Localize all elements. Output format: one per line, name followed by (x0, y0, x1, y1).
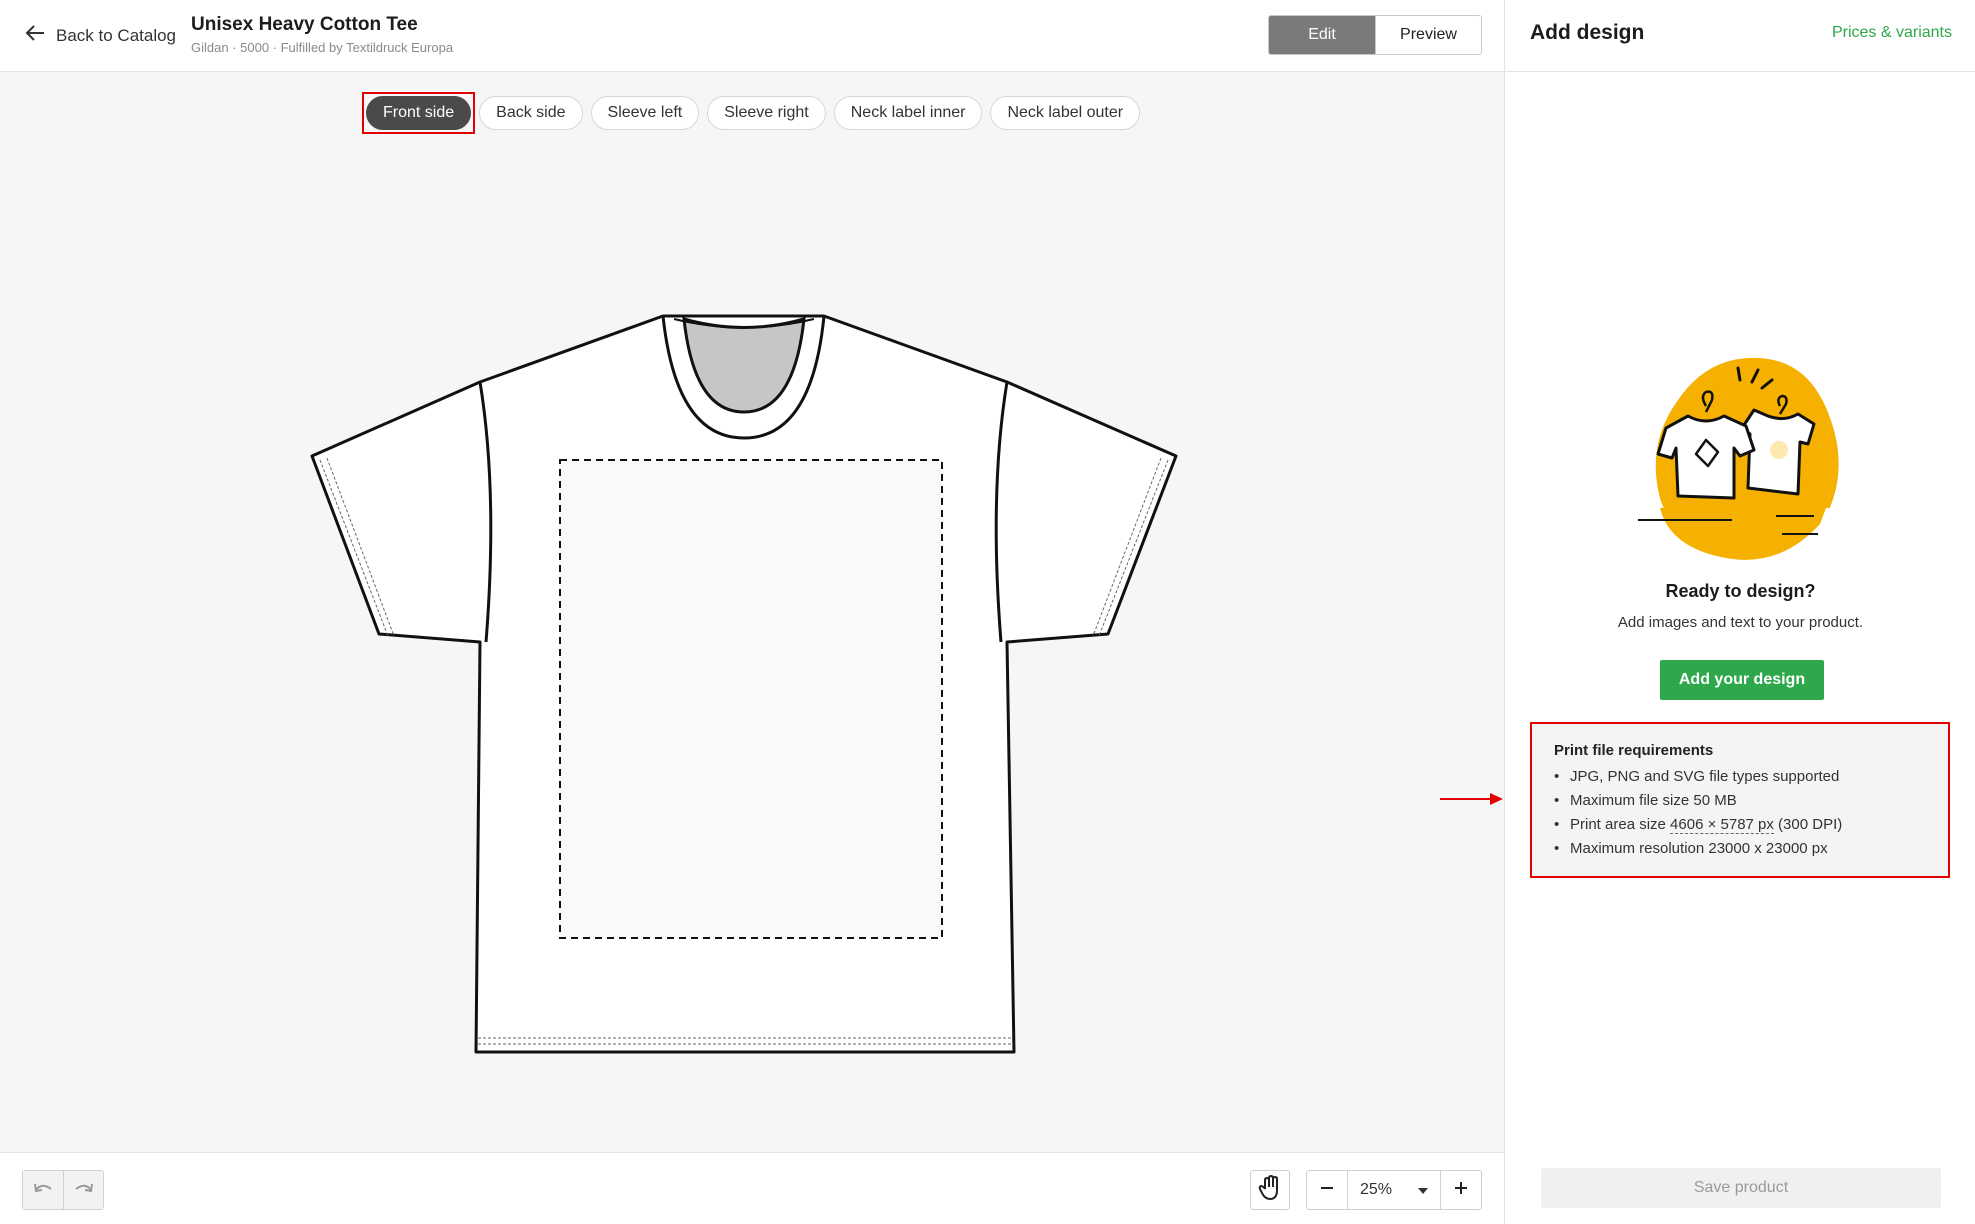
list-item: Maximum file size 50 MB (1554, 789, 1926, 813)
list-item: Maximum resolution 23000 x 23000 px (1554, 837, 1926, 861)
design-side-panel: Add design Prices & variants Ready to de… (1504, 0, 1975, 1224)
pan-tool-button[interactable] (1250, 1170, 1290, 1210)
zoom-level-value: 25% (1360, 1181, 1393, 1198)
product-title: Unisex Heavy Cotton Tee (191, 14, 418, 35)
print-area-size-value[interactable]: 4606 × 5787 px (1670, 816, 1774, 834)
print-file-requirements: Print file requirements JPG, PNG and SVG… (1530, 722, 1950, 878)
tshirt-mockup (310, 314, 1178, 1054)
requirements-list: JPG, PNG and SVG file types supported Ma… (1554, 765, 1926, 861)
tab-sleeve-left[interactable]: Sleeve left (590, 96, 700, 130)
requirements-title: Print file requirements (1554, 742, 1714, 759)
zoom-controls: 25% (1306, 1170, 1482, 1210)
bottom-toolbar: 25% (0, 1152, 1504, 1224)
print-side-tabs: Front side Back side Sleeve left Sleeve … (361, 92, 1141, 134)
tab-sleeve-right[interactable]: Sleeve right (707, 96, 826, 130)
print-area-suffix: (300 DPI) (1773, 816, 1843, 833)
add-your-design-button[interactable]: Add your design (1660, 660, 1824, 700)
back-link-label: Back to Catalog (56, 25, 177, 45)
zoom-in-button[interactable] (1441, 1171, 1481, 1209)
mode-toggle: Edit Preview (1268, 15, 1482, 55)
tshirts-on-hangers-illustration (1630, 357, 1860, 568)
undo-icon (32, 1180, 54, 1201)
design-canvas[interactable]: Front side Back side Sleeve left Sleeve … (0, 72, 1504, 1152)
annotation-arrow-icon (1440, 793, 1503, 805)
redo-icon (73, 1180, 95, 1201)
undo-button[interactable] (23, 1171, 63, 1209)
caret-down-icon (1418, 1181, 1428, 1199)
edit-mode-button[interactable]: Edit (1269, 16, 1375, 54)
minus-icon (1319, 1180, 1335, 1201)
back-to-catalog-link[interactable]: Back to Catalog (24, 22, 176, 49)
zoom-level-select[interactable]: 25% (1347, 1171, 1441, 1209)
zoom-out-button[interactable] (1307, 1171, 1347, 1209)
preview-mode-button[interactable]: Preview (1375, 16, 1481, 54)
top-bar: Back to Catalog Unisex Heavy Cotton Tee … (0, 0, 1504, 72)
tab-neck-label-inner[interactable]: Neck label inner (833, 96, 983, 130)
plus-icon (1453, 1180, 1469, 1201)
redo-button[interactable] (63, 1171, 103, 1209)
history-controls (22, 1170, 104, 1210)
product-subtitle: Gildan · 5000 · Fulfilled by Textildruck… (191, 40, 454, 55)
panel-title: Add design (1530, 21, 1645, 44)
print-area[interactable] (559, 459, 943, 939)
panel-header: Add design Prices & variants (1505, 0, 1975, 72)
tab-neck-label-outer[interactable]: Neck label outer (990, 96, 1141, 130)
ready-to-design-heading: Ready to design? (1665, 581, 1816, 601)
list-item: Print area size 4606 × 5787 px (300 DPI) (1554, 813, 1926, 837)
prices-variants-link[interactable]: Prices & variants (1832, 24, 1952, 42)
ready-to-design-text: Add images and text to your product. (1617, 614, 1864, 631)
save-product-button[interactable]: Save product (1541, 1168, 1941, 1208)
list-item: JPG, PNG and SVG file types supported (1554, 765, 1926, 789)
tab-front-side[interactable]: Front side (361, 92, 476, 134)
arrow-left-icon (24, 22, 46, 49)
hand-icon (1258, 1174, 1282, 1206)
print-area-prefix: Print area size (1570, 816, 1671, 833)
tab-back-side[interactable]: Back side (479, 96, 583, 130)
